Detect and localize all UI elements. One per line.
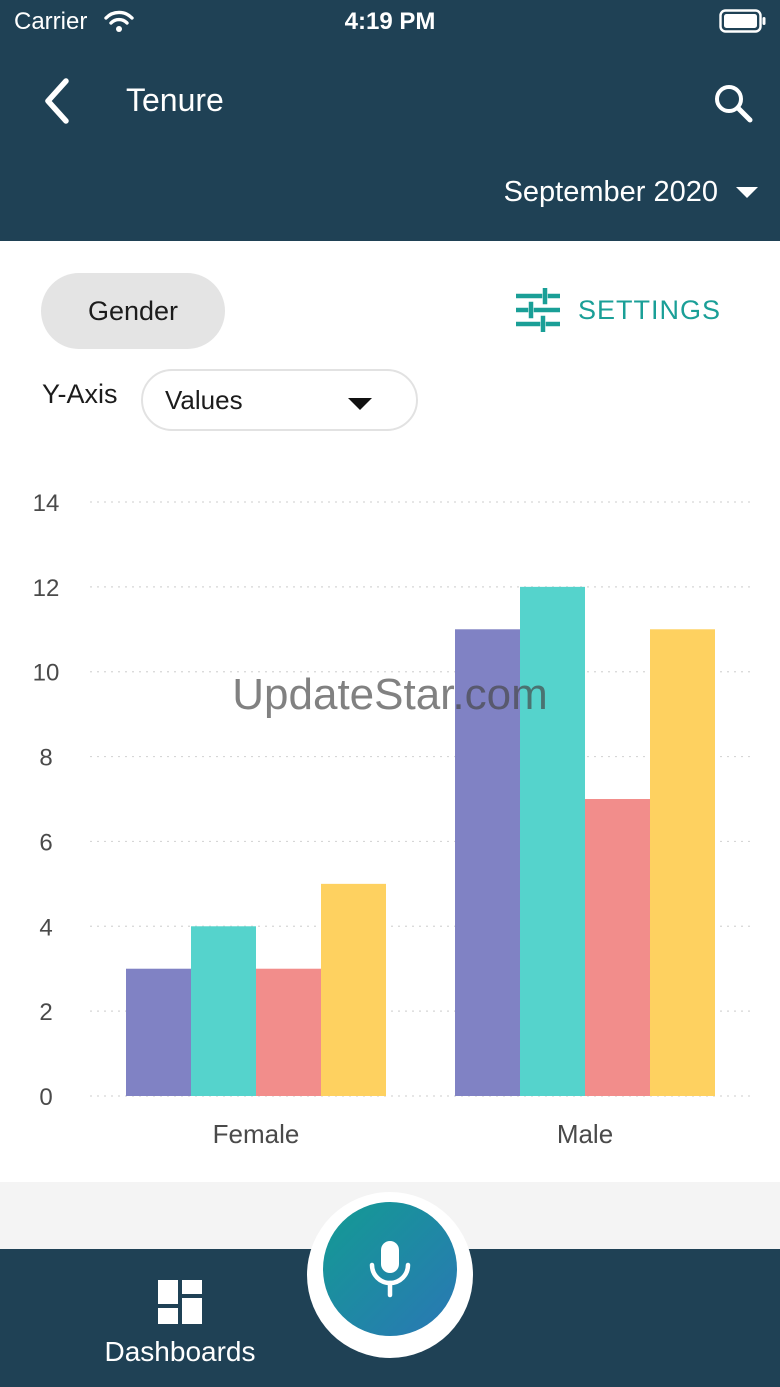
x-category-label: Male <box>557 1119 613 1149</box>
search-button[interactable] <box>708 78 758 128</box>
period-label: September 2020 <box>503 176 718 208</box>
bar <box>585 799 650 1096</box>
y-tick-label: 8 <box>39 745 52 772</box>
dashboards-tab[interactable]: Dashboards <box>90 1276 270 1376</box>
status-bar: Carrier 4:19 PM <box>0 0 780 44</box>
mic-button[interactable] <box>323 1202 457 1336</box>
status-time: 4:19 PM <box>344 8 436 35</box>
yaxis-selected-value: Values <box>165 384 243 415</box>
bar <box>321 883 386 1096</box>
gender-chip[interactable]: Gender <box>41 273 225 349</box>
y-tick-label: 0 <box>39 1084 52 1111</box>
microphone-icon <box>369 1241 411 1298</box>
app-header: Carrier 4:19 PM Tenure September 2020 <box>0 0 780 241</box>
period-selector[interactable]: September 2020 <box>504 176 758 209</box>
yaxis-label: Y-Axis <box>42 379 118 409</box>
y-tick-label: 14 <box>33 490 60 517</box>
y-tick-label: 6 <box>39 829 52 856</box>
sliders-icon <box>516 288 560 332</box>
bar <box>256 968 321 1096</box>
dashboards-label: Dashboards <box>104 1336 256 1367</box>
page-title: Tenure <box>126 82 224 118</box>
bar-chart: 0 2 4 6 8 10 12 14 Female Male <box>33 490 750 1149</box>
y-tick-label: 4 <box>39 914 52 941</box>
bar <box>455 629 520 1096</box>
bar <box>520 586 585 1096</box>
settings-label: SETTINGS <box>578 294 722 325</box>
back-button[interactable] <box>36 74 84 128</box>
x-category-label: Female <box>213 1119 300 1149</box>
dashboard-grid-icon <box>158 1280 202 1324</box>
caret-down-icon <box>348 398 372 410</box>
caret-down-icon <box>736 187 758 198</box>
bar <box>191 926 256 1096</box>
search-icon <box>715 85 753 123</box>
yaxis-dropdown[interactable]: Values <box>141 369 418 431</box>
bar <box>650 629 715 1096</box>
y-tick-label: 2 <box>39 999 52 1026</box>
battery-icon <box>719 9 766 33</box>
y-tick-label: 10 <box>33 660 60 687</box>
bar <box>126 968 191 1096</box>
y-tick-label: 12 <box>33 575 60 602</box>
settings-button[interactable]: SETTINGS <box>516 288 721 332</box>
chevron-left-icon <box>45 78 69 124</box>
